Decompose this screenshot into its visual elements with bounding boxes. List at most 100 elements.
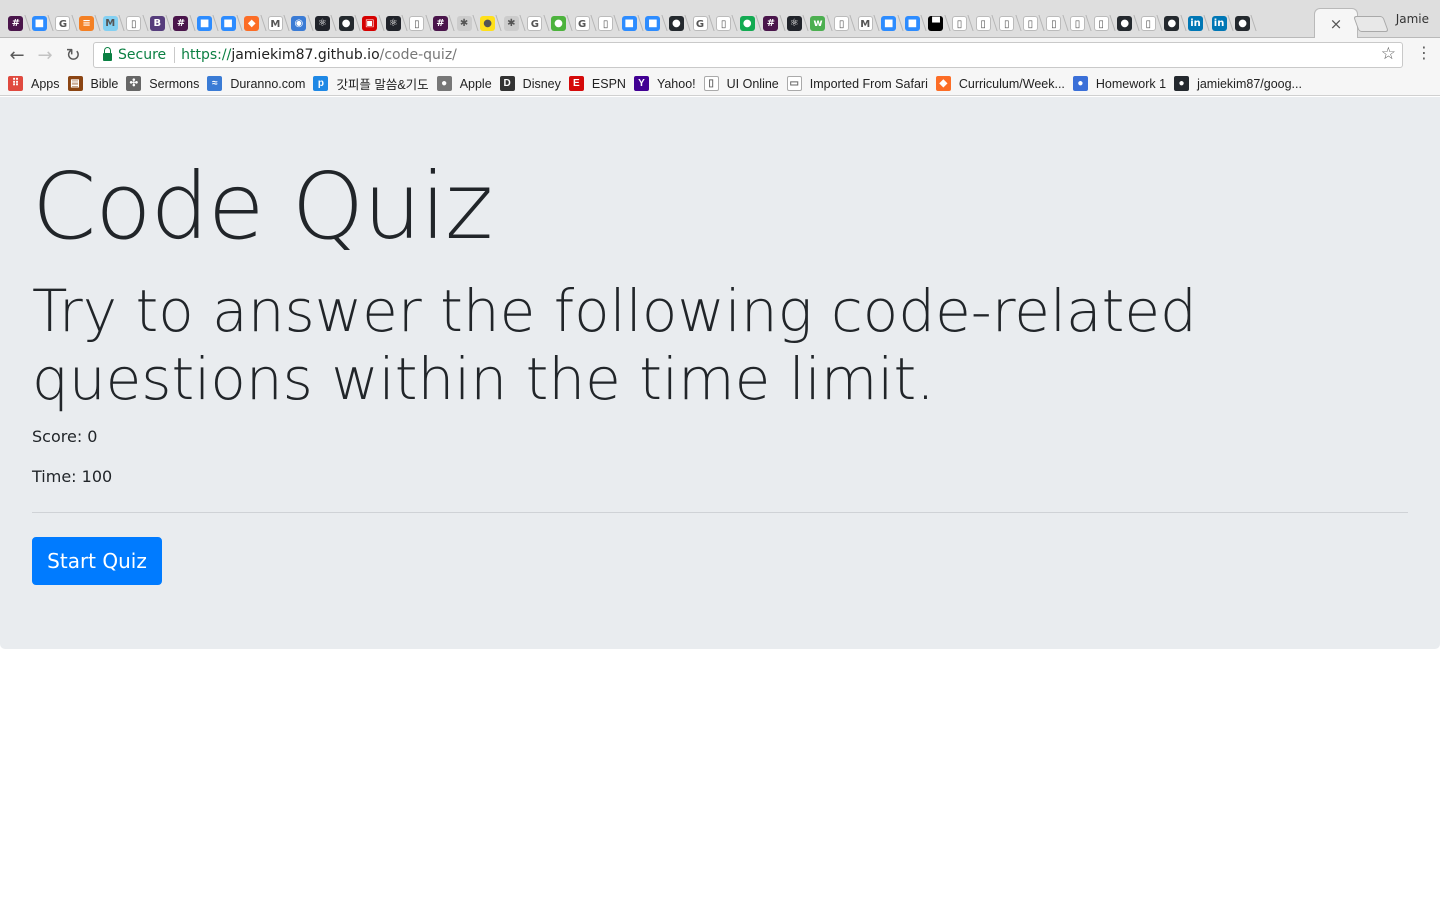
- browser-tab[interactable]: ≡: [75, 9, 99, 37]
- browser-tab[interactable]: ▯: [830, 9, 854, 37]
- browser-tab[interactable]: ■: [617, 9, 641, 37]
- browser-tab[interactable]: ⚛: [311, 9, 335, 37]
- browser-tab[interactable]: G: [688, 9, 712, 37]
- zoom-icon: ■: [197, 15, 213, 31]
- browser-tab[interactable]: ▯: [995, 9, 1019, 37]
- active-tab[interactable]: ×: [1314, 8, 1358, 38]
- mailchimp-icon: ●: [480, 15, 496, 31]
- browser-tab[interactable]: in: [1184, 9, 1208, 37]
- browser-tab[interactable]: ▯: [1089, 9, 1113, 37]
- browser-tab[interactable]: #: [759, 9, 783, 37]
- browser-tab[interactable]: ▯: [405, 9, 429, 37]
- profile-name[interactable]: Jamie: [1396, 12, 1429, 26]
- browser-tab[interactable]: #: [429, 9, 453, 37]
- browser-tab[interactable]: M: [264, 9, 288, 37]
- browser-tab[interactable]: ■: [877, 9, 901, 37]
- browser-tab[interactable]: ◉: [287, 9, 311, 37]
- godpeople-icon: p: [313, 76, 329, 91]
- browser-tab[interactable]: ▯: [594, 9, 618, 37]
- page-title: Code Quiz: [32, 153, 493, 260]
- bookmark-item[interactable]: ◆ Curriculum/Week...: [935, 76, 1065, 91]
- browser-tab[interactable]: ▯: [971, 9, 995, 37]
- bookmark-item[interactable]: ● Apple: [436, 76, 492, 91]
- browser-tab[interactable]: ●: [665, 9, 689, 37]
- browser-tab[interactable]: ⚛: [382, 9, 406, 37]
- browser-tab[interactable]: ▣: [358, 9, 382, 37]
- browser-tab[interactable]: ●: [1113, 9, 1137, 37]
- browser-tab[interactable]: in: [1207, 9, 1231, 37]
- browser-tab[interactable]: M: [853, 9, 877, 37]
- browser-menu-icon[interactable]: ⋮: [1416, 45, 1432, 61]
- react-icon: ⚛: [385, 15, 401, 31]
- browser-tab[interactable]: ●: [334, 9, 358, 37]
- browser-tab[interactable]: ▯: [1066, 9, 1090, 37]
- close-tab-icon[interactable]: ×: [1330, 15, 1343, 33]
- browser-tab[interactable]: ●: [735, 9, 759, 37]
- bookmark-item[interactable]: ● jamiekim87/goog...: [1174, 76, 1302, 91]
- start-quiz-button[interactable]: Start Quiz: [32, 537, 162, 585]
- browser-tab[interactable]: ⚛: [783, 9, 807, 37]
- bookmark-item[interactable]: D Disney: [499, 76, 561, 91]
- bookmark-item[interactable]: ▤ Bible: [67, 76, 118, 91]
- browser-tab[interactable]: ●: [1231, 9, 1255, 37]
- browser-tab[interactable]: w: [806, 9, 830, 37]
- browser-tab[interactable]: B: [146, 9, 170, 37]
- browser-tab[interactable]: G: [51, 9, 75, 37]
- bookmark-item[interactable]: ✣ Sermons: [126, 76, 199, 91]
- new-tab-button[interactable]: [1353, 16, 1389, 32]
- tab-list: # ■ G ≡ M ▯ B # ■ ■ ◆ M ◉ ⚛ ● ▣ ⚛ ▯ # ✱ ● ✱ G ● G ▯ ■ ■ ● G ▯ ● # ⚛ w ▯ M ■ ■ ▀…: [4, 9, 1254, 37]
- browser-tab[interactable]: #: [169, 9, 193, 37]
- bookmark-label: jamiekim87/goog...: [1197, 76, 1302, 91]
- browser-tab[interactable]: ✱: [452, 9, 476, 37]
- bookmark-item[interactable]: E ESPN: [568, 76, 626, 91]
- duranno-icon: ≈: [207, 76, 223, 91]
- page-icon: ▯: [703, 76, 719, 91]
- browser-tab[interactable]: ▯: [1019, 9, 1043, 37]
- red-app-icon: ▣: [362, 15, 378, 31]
- bookmark-item[interactable]: Y Yahoo!: [633, 76, 696, 91]
- browser-tab[interactable]: M: [98, 9, 122, 37]
- secure-label: Secure: [118, 47, 167, 63]
- browser-tab[interactable]: #: [4, 9, 28, 37]
- browser-tab[interactable]: ■: [28, 9, 52, 37]
- github-icon: ●: [1117, 15, 1133, 31]
- page-icon: ▯: [834, 15, 850, 31]
- disney-icon: D: [499, 76, 515, 91]
- linkedin-icon: in: [1187, 15, 1203, 31]
- browser-tab[interactable]: G: [523, 9, 547, 37]
- browser-tab[interactable]: ▯: [712, 9, 736, 37]
- browser-tab[interactable]: ■: [216, 9, 240, 37]
- browser-tab[interactable]: ■: [901, 9, 925, 37]
- bookmark-item[interactable]: ≈ Duranno.com: [207, 76, 305, 91]
- forward-icon[interactable]: →: [33, 43, 57, 67]
- bookmark-item[interactable]: ● Homework 1: [1072, 76, 1166, 91]
- browser-tab[interactable]: ▯: [948, 9, 972, 37]
- bookmark-item[interactable]: ⠿ Apps: [8, 76, 60, 91]
- browser-tab[interactable]: ●: [1160, 9, 1184, 37]
- bookmark-label: 갓피플 말씀&기도: [336, 78, 429, 92]
- reload-icon[interactable]: ↻: [61, 43, 85, 67]
- address-bar[interactable]: Secure https://jamiekim87.github.io/code…: [93, 42, 1403, 68]
- zoom-icon: ■: [621, 15, 637, 31]
- back-icon[interactable]: ←: [5, 43, 29, 67]
- browser-tab[interactable]: ■: [641, 9, 665, 37]
- browser-tab[interactable]: ●: [476, 9, 500, 37]
- bookmark-star-icon[interactable]: ☆: [1381, 44, 1396, 64]
- browser-tab[interactable]: G: [570, 9, 594, 37]
- gear-icon: ✱: [456, 15, 472, 31]
- browser-tab[interactable]: ✱: [499, 9, 523, 37]
- browser-tab[interactable]: ◆: [240, 9, 264, 37]
- browser-tab[interactable]: ▯: [122, 9, 146, 37]
- browser-tab[interactable]: ▀: [924, 9, 948, 37]
- browser-tab[interactable]: ▯: [1042, 9, 1066, 37]
- quiz-jumbotron: Code Quiz Try to answer the following co…: [0, 97, 1440, 649]
- browser-tab[interactable]: ▯: [1137, 9, 1161, 37]
- browser-tab[interactable]: ■: [193, 9, 217, 37]
- slack-icon: #: [432, 15, 448, 31]
- bookmark-item[interactable]: ▭ Imported From Safari: [786, 76, 928, 91]
- bookmark-item[interactable]: p 갓피플 말씀&기도: [313, 74, 429, 93]
- bookmark-item[interactable]: ▯ UI Online: [703, 76, 779, 91]
- browser-tab[interactable]: ●: [547, 9, 571, 37]
- google-icon: G: [55, 15, 71, 31]
- stackoverflow-icon: ≡: [79, 15, 95, 31]
